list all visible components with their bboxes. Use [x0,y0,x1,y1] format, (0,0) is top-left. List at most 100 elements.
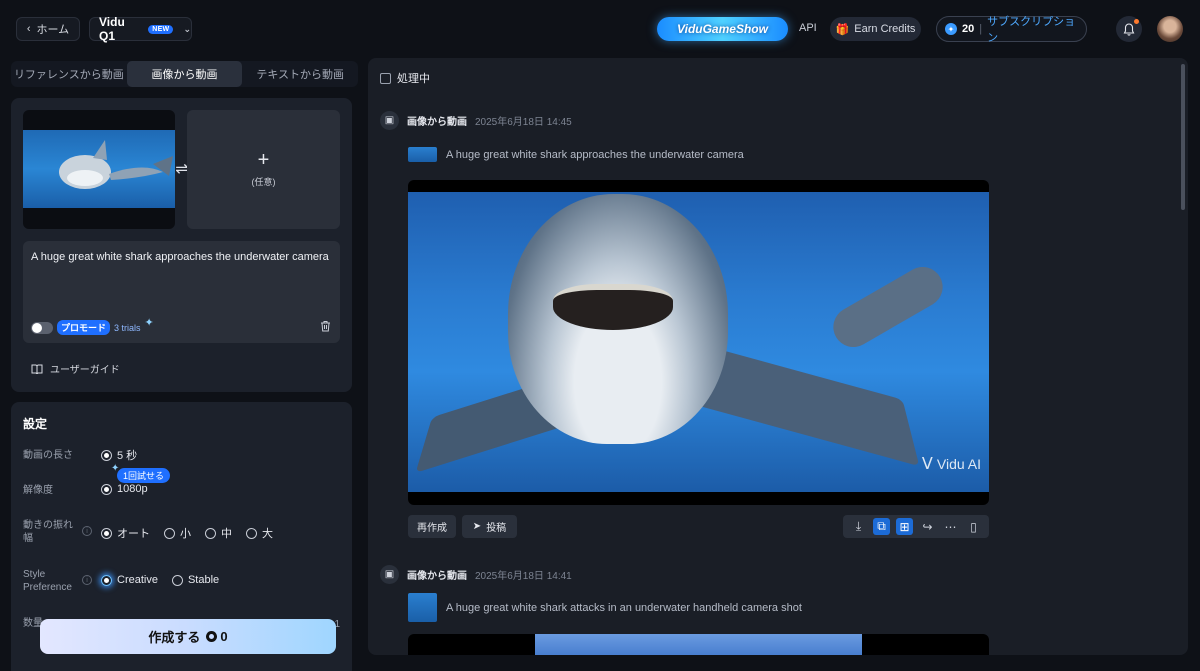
model-select[interactable]: Vidu Q1 NEW ⌄ [89,15,192,43]
regenerate-button[interactable]: 再作成 [408,515,456,538]
download-icon[interactable]: ⤓ [850,518,867,535]
plus-icon: + [257,149,270,171]
bookmark-icon[interactable]: ▯ [965,518,982,535]
generation-prompt: A huge great white shark attacks in an u… [446,601,802,614]
video-player[interactable] [408,634,989,655]
pro-trials: 3 trials [114,322,141,333]
generation-time: 2025年6月18日 14:41 [475,571,572,582]
gift-icon: 🎁 [835,23,850,36]
upload-card: ⇌ + (任意) A huge great white shark approa… [11,98,352,392]
user-guide-link[interactable]: ユーザーガイド [31,361,120,376]
radio-icon [101,574,112,586]
duration-option[interactable]: 5 秒 [101,447,137,463]
processing-checkbox[interactable] [380,72,391,84]
motion-option-medium[interactable]: 中 [205,525,232,541]
send-icon: ➤ [472,521,482,532]
feed-scrollbar[interactable] [1181,64,1185,210]
processing-label: 処理中 [397,73,430,85]
radio-icon [171,574,183,586]
earn-credits-button[interactable]: 🎁 Earn Credits [830,17,921,41]
duration-value: 5 秒 [117,450,138,462]
generation-feed: 処理中 ▣ 画像から動画 2025年6月18日 14:45 A huge gre… [368,58,1188,655]
radio-icon [164,527,175,539]
credit-count: 20 [961,23,975,35]
user-guide-label: ユーザーガイド [50,365,120,376]
pro-mode-toggle[interactable] [31,321,53,334]
info-icon[interactable]: i [82,526,92,536]
vidu-logo-icon: ᐯ [921,456,933,473]
home-label: ホーム [36,24,70,36]
video-actions: 再作成 ➤ 投稿 ⤓ ⧉ ⊞ ↪ ⋯ ▯ [408,515,989,539]
generation-prompt-row: A huge great white shark approaches the … [408,147,744,162]
style-option-stable[interactable]: Stable [171,574,220,586]
shark-mouth [553,284,673,330]
settings-title: 設定 [23,417,48,431]
video-tools: ⤓ ⧉ ⊞ ↪ ⋯ ▯ [843,515,989,538]
start-frame-image [23,130,175,208]
motion-label: 動きの振れ幅 [23,520,73,544]
subscription-button[interactable]: ✦ 20 | サブスクリプション [936,16,1087,44]
generation-header: ▣ 画像から動画 2025年6月18日 14:45 [380,111,572,130]
shark-tail [826,259,950,355]
game-show-button[interactable]: ViduGameShow [657,17,788,41]
tab-image-to-video[interactable]: 画像から動画 [126,61,243,87]
generation-header: ▣ 画像から動画 2025年6月18日 14:41 [380,565,572,584]
notification-button[interactable] [1116,16,1142,42]
generation-time: 2025年6月18日 14:45 [475,117,572,128]
watermark: ᐯ Vidu AI [922,454,981,474]
separator: | [979,23,983,35]
new-badge: NEW [148,24,174,34]
style-options: Creative Stable [101,574,219,586]
subscription-label: サブスクリプション [987,16,1076,44]
prompt-input[interactable]: A huge great white shark approaches the … [23,241,340,343]
tab-text-to-video[interactable]: テキストから動画 [242,61,358,87]
model-name: Vidu Q1 [99,15,125,43]
duration-options: 5 秒 [101,447,137,463]
processing-filter[interactable]: 処理中 [380,70,430,86]
video-player[interactable]: ᐯ Vidu AI [408,180,989,505]
top-bar: ‹ ホーム Vidu Q1 NEW ⌄ ViduGameShow API 🎁 E… [0,0,1200,58]
create-cost-value: 0 [220,629,228,644]
chevron-down-icon: ⌄ [183,23,191,34]
motion-option-label: 大 [262,528,273,540]
upscale-icon[interactable]: ⊞ [896,518,913,535]
try-badge: 1回試せる [117,468,171,483]
create-button[interactable]: 作成する 0 [40,619,336,654]
resolution-label: 解像度 [23,485,53,496]
more-icon[interactable]: ⋯ [942,518,959,535]
style-option-label: Creative [117,574,158,586]
tab-reference-to-video[interactable]: リファレンスから動画 [11,61,127,87]
generation-prompt: A huge great white shark approaches the … [446,148,744,161]
start-frame-slot[interactable] [23,110,175,229]
style-option-label: Stable [187,574,220,586]
pro-mode-row: プロモード 3 trials ✦ [31,317,154,335]
avatar[interactable] [1157,16,1183,42]
radio-icon [101,449,112,461]
motion-option-label: オート [117,528,150,540]
motion-option-large[interactable]: 大 [246,525,273,541]
generation-prompt-row: A huge great white shark attacks in an u… [408,593,802,622]
trash-icon[interactable] [320,320,331,335]
home-button[interactable]: ‹ ホーム [16,17,80,41]
source-thumbnail[interactable] [408,593,437,622]
create-label: 作成する [148,630,201,645]
style-option-creative[interactable]: Creative [101,574,158,586]
generation-type: 画像から動画 [407,571,467,582]
source-thumbnail[interactable] [408,147,437,162]
bell-icon [1123,22,1135,36]
api-link[interactable]: API [799,22,817,34]
extend-icon[interactable]: ⧉ [873,518,890,535]
generation-type: 画像から動画 [407,117,467,128]
video-frame: ᐯ Vidu AI [408,192,989,492]
credit-coin-icon: ✦ [945,23,957,35]
post-button[interactable]: ➤ 投稿 [462,515,517,538]
chevron-left-icon: ‹ [26,23,31,35]
info-icon[interactable]: i [82,575,92,585]
radio-icon [101,483,112,495]
motion-option-small[interactable]: 小 [164,525,191,541]
resolution-value: 1080p [117,483,148,495]
end-frame-slot[interactable]: + (任意) [187,110,340,229]
resolution-option[interactable]: 1080p [101,483,148,495]
share-icon[interactable]: ↪ [919,518,936,535]
motion-option-auto[interactable]: オート [101,525,150,541]
